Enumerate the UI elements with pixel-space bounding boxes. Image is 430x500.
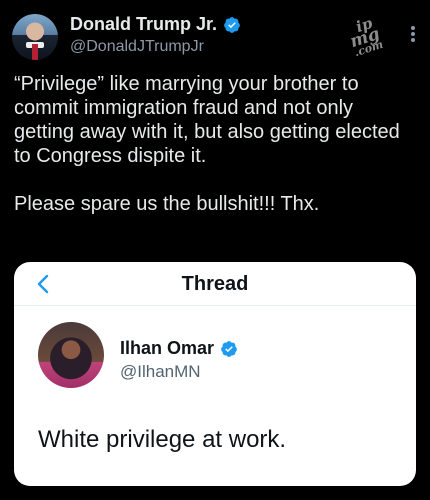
tweet-paragraph: “Privilege” like marrying your brother t… [14, 73, 400, 167]
quoted-display-name[interactable]: Ilhan Omar [120, 338, 214, 359]
thread-header-bar: Thread [14, 262, 416, 306]
author-avatar[interactable] [12, 14, 58, 60]
thread-title: Thread [181, 273, 249, 295]
author-name-row: Donald Trump Jr. [70, 14, 241, 35]
tweet-text: “Privilege” like marrying your brother t… [14, 72, 418, 216]
more-vertical-icon[interactable] [408, 22, 418, 46]
quoted-screenshot-card[interactable]: Thread Ilhan Omar @IlhanMN White privile… [14, 262, 416, 486]
quoted-author-avatar[interactable] [38, 322, 104, 388]
author-handle[interactable]: @DonaldJTrumpJr [70, 38, 204, 56]
quoted-name-row: Ilhan Omar [120, 338, 238, 359]
verified-badge-icon [221, 340, 237, 357]
tweet-paragraph: Please spare us the bullshit!!! Thx. [14, 193, 320, 215]
watermark-logo: ip mg .com [347, 13, 385, 60]
verified-badge-icon [224, 16, 240, 33]
avatar-tie [32, 44, 38, 60]
quoted-tweet-text: White privilege at work. [38, 426, 287, 453]
tweet-header: Donald Trump Jr. @DonaldJTrumpJr ip mg .… [12, 12, 418, 64]
author-display-name[interactable]: Donald Trump Jr. [70, 14, 217, 35]
quoted-handle[interactable]: @IlhanMN [120, 362, 201, 382]
